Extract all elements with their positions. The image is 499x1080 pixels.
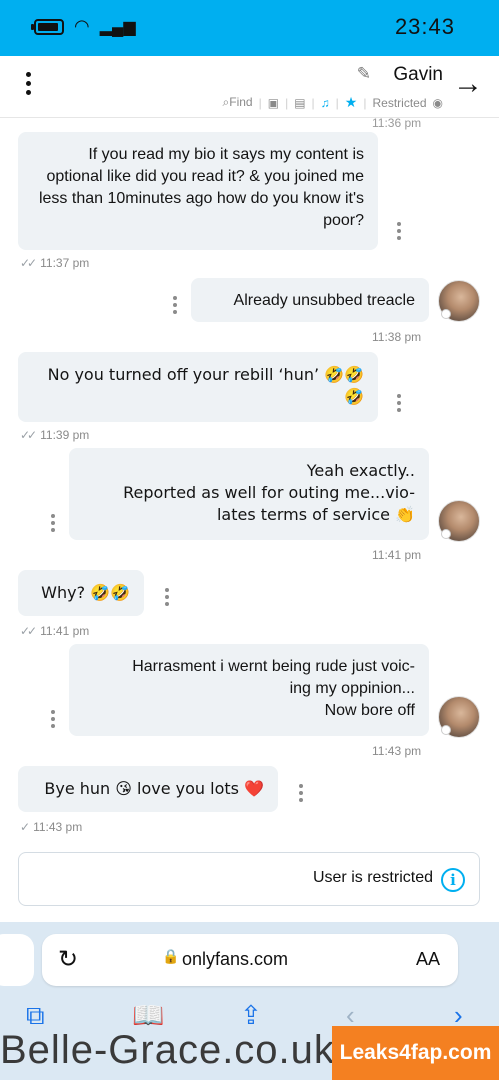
read-ticks-icon: ✓✓ xyxy=(20,428,37,442)
reload-icon[interactable]: ↻ xyxy=(58,945,78,974)
info-icon: i xyxy=(441,868,465,892)
sent-tick-icon: ✓ xyxy=(20,820,30,834)
message-options-icon[interactable] xyxy=(50,710,56,731)
favorite-star-icon[interactable]: ★ xyxy=(345,94,358,111)
message-options-icon[interactable] xyxy=(396,222,402,243)
message-time: 11:41 pm xyxy=(40,624,90,638)
message-meta: ✓✓ 11:41 pm xyxy=(20,624,89,638)
previous-message-time: 11:36 pm xyxy=(372,116,422,130)
battery-icon xyxy=(31,18,64,35)
divider: | xyxy=(311,95,315,110)
wifi-icon: ◠ xyxy=(74,16,90,36)
restricted-label[interactable]: Restricted xyxy=(372,96,426,110)
message-bubble[interactable]: No you turned off your rebill ‘hun’ 🤣🤣 🤣 xyxy=(18,352,378,422)
find-label: Find xyxy=(229,95,253,109)
back-arrow-icon[interactable]: → xyxy=(453,69,483,99)
verified-icon xyxy=(441,725,451,735)
edit-name-icon[interactable]: ✎ xyxy=(357,64,371,84)
message-meta: 11:43 pm xyxy=(372,744,421,758)
chat-header: ✎ Gavin → ⌕Find | ▣ | ▤ | ♫ | ★ | Restri… xyxy=(0,56,499,118)
message-bubble[interactable]: If you read my bio it says my content is… xyxy=(18,132,378,250)
message-meta: ✓ 11:43 pm xyxy=(20,820,82,834)
message-bubble[interactable]: Already unsubbed treacle xyxy=(191,278,429,322)
url-text[interactable]: onlyfans.com xyxy=(182,949,288,970)
divider: | xyxy=(258,95,262,110)
verified-icon xyxy=(441,529,451,539)
share-icon[interactable]: ⇪ xyxy=(240,1000,262,1031)
status-bar: ◠ ▂▄▆ 23:43 xyxy=(0,0,499,56)
message-options-icon[interactable] xyxy=(298,784,304,805)
divider: | xyxy=(363,95,367,110)
notifications-icon[interactable]: ♫ xyxy=(321,96,330,110)
divider: | xyxy=(335,95,339,110)
message-meta: ✓✓ 11:39 pm xyxy=(20,428,89,442)
message-time: 11:37 pm xyxy=(40,256,90,270)
watermark-badge: Leaks4fap.com xyxy=(332,1026,499,1080)
message-meta: 11:41 pm xyxy=(372,548,421,562)
message-bubble[interactable]: Yeah exactly.. Reported as well for outi… xyxy=(69,448,429,540)
verified-icon xyxy=(441,309,451,319)
message-time: 11:43 pm xyxy=(372,744,422,758)
lock-icon: 🔒 xyxy=(162,948,180,964)
contact-name[interactable]: Gavin xyxy=(393,64,443,86)
message-options-icon[interactable] xyxy=(172,296,178,317)
conversation: 11:36 pm If you read my bio it says my c… xyxy=(0,116,499,928)
find-button[interactable]: ⌕Find xyxy=(223,95,253,110)
message-time: 11:38 pm xyxy=(372,330,422,344)
message-options-icon[interactable] xyxy=(50,514,56,535)
more-options-icon[interactable] xyxy=(18,72,38,100)
media-icon[interactable]: ▣ xyxy=(268,96,279,110)
message-time: 11:39 pm xyxy=(40,428,90,442)
avatar[interactable] xyxy=(438,280,480,322)
notes-icon[interactable]: ▤ xyxy=(294,96,305,110)
message-time: 11:41 pm xyxy=(372,548,422,562)
read-ticks-icon: ✓✓ xyxy=(20,256,37,270)
message-options-icon[interactable] xyxy=(396,394,402,415)
message-meta: ✓✓ 11:37 pm xyxy=(20,256,89,270)
message-meta: 11:38 pm xyxy=(372,330,421,344)
message-bubble[interactable]: Why? 🤣🤣 xyxy=(18,570,144,616)
address-bar[interactable]: ↻ 🔒 onlyfans.com AA xyxy=(42,934,458,986)
bookmarks-icon[interactable]: 📖 xyxy=(132,1000,164,1031)
avatar[interactable] xyxy=(438,696,480,738)
divider: | xyxy=(285,95,289,110)
status-icons: ◠ ▂▄▆ xyxy=(31,16,136,37)
message-time: 11:43 pm xyxy=(33,820,83,834)
message-bubble[interactable]: Harrasment i wernt being rude just voic-… xyxy=(69,644,429,736)
avatar[interactable] xyxy=(438,500,480,542)
signal-icon: ▂▄▆ xyxy=(99,18,136,36)
status-time: 23:43 xyxy=(394,14,455,39)
restricted-notice: User is restricted i xyxy=(18,852,480,906)
screen: ◠ ▂▄▆ 23:43 ✎ Gavin → ⌕Find | ▣ | ▤ | ♫ … xyxy=(0,0,499,1080)
read-ticks-icon: ✓✓ xyxy=(20,624,37,638)
text-size-button[interactable]: AA xyxy=(416,949,440,970)
message-options-icon[interactable] xyxy=(164,588,170,609)
restricted-notice-text: User is restricted xyxy=(312,869,433,886)
watermark-text: Belle-Grace.co.uk xyxy=(0,1028,335,1072)
previous-tab-pill[interactable] xyxy=(0,934,34,986)
chat-tools: ⌕Find | ▣ | ▤ | ♫ | ★ | Restricted ◉ xyxy=(223,94,443,111)
restricted-icon: ◉ xyxy=(432,95,443,110)
message-bubble[interactable]: Bye hun 😘 love you lots ❤️ xyxy=(18,766,278,812)
